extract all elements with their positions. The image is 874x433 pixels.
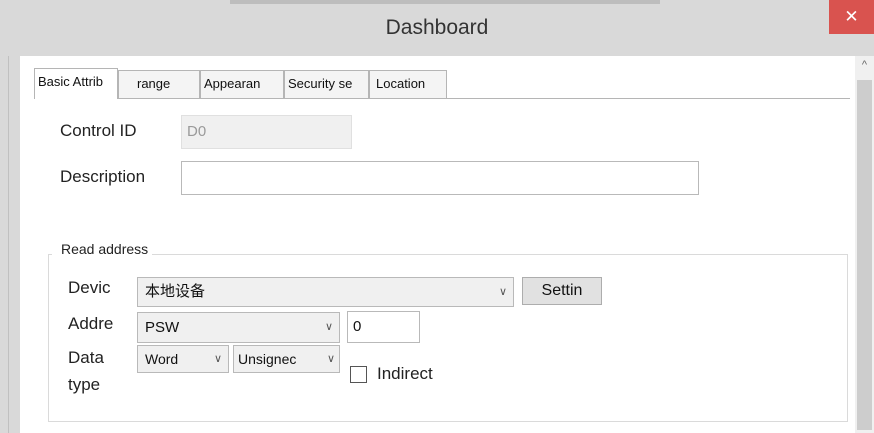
close-icon: ✕: [844, 7, 859, 26]
description-field[interactable]: [181, 161, 699, 195]
window-frame-left: [0, 56, 20, 433]
device-select[interactable]: 本地设备 ∨: [137, 277, 514, 307]
indirect-checkbox[interactable]: [350, 366, 367, 383]
settings-button[interactable]: Settin: [522, 277, 602, 305]
window-frame-divider: [8, 56, 9, 433]
tab-strip-border: [34, 98, 850, 99]
address-type-select-value: PSW: [145, 319, 180, 336]
vertical-scrollbar[interactable]: ^: [855, 56, 874, 433]
chevron-down-icon: ∨: [324, 321, 333, 333]
tab-security-settings[interactable]: Security se: [284, 70, 369, 98]
sign-select[interactable]: Unsignec ∨: [233, 345, 340, 373]
chevron-down-icon: ∨: [326, 353, 335, 365]
device-label: Devic: [68, 278, 111, 297]
chevron-down-icon: ∨: [213, 353, 222, 365]
indirect-label: Indirect: [377, 364, 433, 383]
sign-select-value: Unsignec: [238, 351, 297, 367]
data-type-label: Data: [68, 348, 104, 367]
tab-range[interactable]: range: [118, 70, 200, 98]
close-button[interactable]: ✕: [829, 0, 874, 34]
scroll-up-icon[interactable]: ^: [855, 56, 874, 76]
data-type-label-line2: type: [68, 375, 101, 394]
read-address-group-title: Read address: [52, 241, 153, 257]
tab-location[interactable]: Location: [369, 70, 447, 98]
data-type-select[interactable]: Word ∨: [137, 345, 229, 373]
tab-basic-attributes[interactable]: Basic Attrib: [34, 68, 118, 99]
address-input[interactable]: 0: [347, 311, 420, 343]
control-id-field: D0: [181, 115, 352, 149]
control-id-label: Control ID: [60, 121, 137, 140]
tab-appearance[interactable]: Appearan: [200, 70, 284, 98]
window-title: Dashboard: [385, 16, 489, 39]
address-label: Addre: [68, 314, 114, 333]
scroll-thumb[interactable]: [857, 80, 872, 430]
description-label: Description: [60, 167, 146, 186]
chevron-down-icon: ∨: [498, 286, 507, 298]
device-select-value: 本地设备: [145, 283, 206, 300]
address-type-select[interactable]: PSW ∨: [137, 312, 340, 343]
data-type-select-value: Word: [145, 351, 179, 367]
